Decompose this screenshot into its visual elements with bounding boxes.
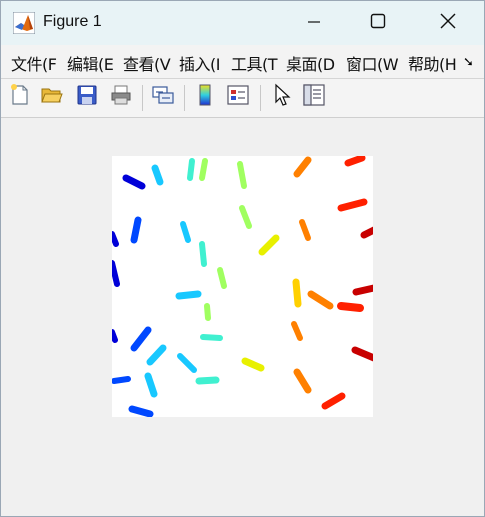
grain-blob <box>291 321 303 341</box>
grain-blob <box>144 372 158 398</box>
overflow-arrow-icon[interactable]: ➘ <box>463 55 474 70</box>
pointer-icon <box>270 83 294 111</box>
menu-view[interactable]: 查看(V <box>123 51 171 75</box>
colorbar-button[interactable] <box>192 84 218 110</box>
close-icon <box>440 13 456 33</box>
grain-blob <box>292 278 302 308</box>
pointer-button[interactable] <box>269 83 295 111</box>
print-icon <box>109 83 133 111</box>
toolbar-separator <box>142 85 143 111</box>
grain-image-svg <box>109 154 378 418</box>
property-inspector-button[interactable] <box>301 84 327 110</box>
toolbar-separator <box>260 85 261 111</box>
grain-blob <box>180 221 191 243</box>
property-inspector-icon <box>302 83 326 111</box>
grain-blob <box>122 174 146 190</box>
close-button[interactable] <box>418 1 478 45</box>
open-file-icon <box>40 83 64 111</box>
new-figure-button[interactable] <box>7 84 33 110</box>
print-button[interactable] <box>108 84 134 110</box>
grain-blob <box>109 329 118 343</box>
grain-blob <box>177 353 197 373</box>
labeled-grains-image[interactable] <box>109 154 378 418</box>
menu-desktop[interactable]: 桌面(D <box>286 51 335 75</box>
grain-blob <box>344 154 366 167</box>
grain-blob <box>360 226 378 239</box>
grain-blob <box>130 326 152 352</box>
toolbar <box>1 79 484 118</box>
grain-blob <box>109 260 120 287</box>
menu-tools[interactable]: 工具(T <box>231 51 278 75</box>
menu-help[interactable]: 帮助(H <box>408 51 457 75</box>
title-bar[interactable]: Figure 1 <box>1 1 484 45</box>
matlab-logo-icon <box>12 11 36 35</box>
grain-blob <box>146 344 167 366</box>
grain-blob <box>352 284 378 296</box>
grain-blob <box>351 346 378 362</box>
link-plot-icon <box>151 83 175 111</box>
grain-blob <box>307 290 334 310</box>
grain-blob <box>204 303 211 321</box>
menu-insert[interactable]: 插入(I <box>179 51 220 75</box>
grain-blob <box>337 302 364 312</box>
toolbar-separator <box>184 85 185 111</box>
save-button[interactable] <box>74 84 100 110</box>
grain-blob <box>299 219 311 241</box>
maximize-icon <box>370 13 386 33</box>
grain-blob <box>175 290 202 300</box>
legend-button[interactable] <box>225 84 251 110</box>
grain-blob <box>239 205 252 229</box>
grain-blob <box>128 405 154 418</box>
grain-blob <box>200 334 223 341</box>
grain-blob <box>109 231 119 247</box>
menu-window[interactable]: 窗口(W <box>346 51 399 75</box>
grain-blob <box>151 164 164 186</box>
grain-blob <box>337 198 368 212</box>
grain-blob <box>199 158 208 181</box>
maximize-button[interactable] <box>348 1 408 45</box>
grain-blob <box>293 368 312 394</box>
grain-blob <box>237 161 247 189</box>
grain-blob <box>187 158 195 181</box>
save-icon <box>75 83 99 111</box>
grain-blob <box>111 376 131 384</box>
grain-blob <box>199 241 207 267</box>
grain-blob <box>130 216 142 244</box>
legend-icon <box>226 83 250 111</box>
menu-bar: 文件(F 编辑(E 查看(V 插入(I 工具(T 桌面(D 窗口(W 帮助(H … <box>1 45 484 79</box>
grain-blob <box>195 376 220 385</box>
colorbar-icon <box>193 83 217 111</box>
minimize-button[interactable] <box>284 1 344 45</box>
window-title: Figure 1 <box>43 13 102 30</box>
grain-blob <box>293 156 312 178</box>
grain-blob <box>321 392 346 410</box>
new-figure-icon <box>8 83 32 111</box>
open-file-button[interactable] <box>39 84 65 110</box>
grain-blob <box>258 234 280 256</box>
grain-blob <box>241 357 265 372</box>
minimize-icon <box>307 14 321 33</box>
grain-blob <box>217 267 227 289</box>
menu-edit[interactable]: 编辑(E <box>67 51 114 75</box>
menu-file[interactable]: 文件(F <box>11 51 57 75</box>
link-plot-button[interactable] <box>150 84 176 110</box>
